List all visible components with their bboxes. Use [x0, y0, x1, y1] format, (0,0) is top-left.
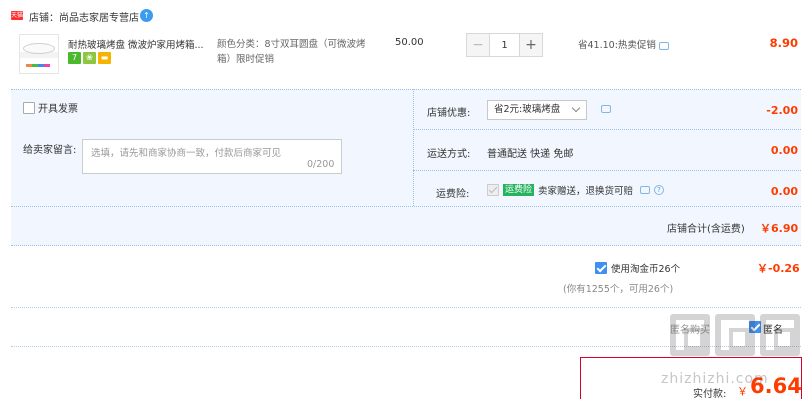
insurance-value: 0.00: [770, 185, 798, 198]
store-discount-value: -2.00: [766, 104, 798, 117]
seven-day-return-icon[interactable]: 7: [68, 52, 81, 64]
watermark-logo: [670, 314, 802, 356]
insurance-label: 运费险:: [436, 189, 470, 200]
chat-icon[interactable]: [640, 186, 651, 194]
insurance-option: 运费险 卖家赠送，退换货可赔 ?: [487, 183, 665, 197]
taobao-coin-label: 使用淘金币26个: [611, 264, 681, 275]
service-icons: 7 ❀ ▬: [68, 52, 111, 64]
insurance-checkbox: [487, 184, 499, 196]
watermark-glyph: [760, 314, 800, 356]
taobao-coin-value: ￥-0.26: [757, 262, 800, 275]
taobao-coin-note: (你有1255个，可用26个): [563, 284, 674, 295]
seller-message-placeholder: 选填，请先和商家协商一致，付款后商家可见: [91, 148, 282, 159]
invoice-checkbox[interactable]: [23, 101, 35, 114]
quantity-stepper: − +: [466, 33, 543, 57]
credit-card-icon[interactable]: ▬: [98, 52, 111, 64]
verified-icon: ↑: [140, 9, 153, 22]
unit-price: 50.00: [395, 37, 424, 48]
shipping-method: 普通配送 快递 免邮: [487, 149, 574, 160]
taobao-coin-checkbox[interactable]: [595, 262, 607, 274]
guarantee-icon[interactable]: ❀: [83, 52, 96, 64]
insurance-tag: 运费险: [503, 184, 535, 196]
invoice-label: 开具发票: [38, 104, 78, 115]
item-total-price: 8.90: [769, 36, 798, 50]
row-divider: [11, 206, 801, 207]
watermark-glyph: [670, 314, 710, 356]
shipping-label: 运送方式:: [427, 149, 471, 160]
help-icon[interactable]: ?: [654, 185, 665, 195]
shipping-value: 0.00: [770, 144, 798, 157]
store-discount-select[interactable]: 省2元:玻璃烤盘: [487, 100, 587, 120]
store-discount-label: 店铺优惠:: [427, 108, 471, 119]
shop-name[interactable]: 店铺：尚品志家居专营店: [29, 9, 139, 24]
seller-message-label: 给卖家留言:: [23, 145, 77, 156]
section-divider: [11, 307, 801, 308]
chat-icon[interactable]: [601, 105, 611, 113]
discount-chat-icon[interactable]: [598, 104, 611, 115]
row-divider: [413, 170, 801, 171]
tmall-badge: 天猫: [11, 11, 24, 20]
chevron-down-icon: [571, 103, 581, 113]
panel-divider: [413, 89, 414, 206]
watermark-text: zhizhizhi.com: [661, 371, 769, 387]
insurance-text: 卖家赠送，退换货可赔: [538, 186, 634, 197]
store-discount-selected: 省2元:玻璃烤盘: [494, 104, 561, 115]
promotion-info: 省41.10:热卖促销: [578, 37, 669, 51]
product-thumbnail[interactable]: [19, 34, 59, 74]
chat-icon[interactable]: [658, 41, 669, 50]
decrease-quantity-button[interactable]: −: [466, 33, 490, 57]
store-subtotal-value: ￥6.90: [760, 222, 799, 235]
invoice-option[interactable]: 开具发票: [23, 100, 78, 115]
product-title[interactable]: 耐热玻璃烤盘 微波炉家用烤箱...: [68, 37, 208, 51]
seller-message-counter: 0/200: [307, 159, 335, 170]
actual-payment-label: 实付款:: [693, 389, 727, 399]
store-subtotal-label: 店铺合计(含运费): [667, 224, 745, 235]
row-divider: [413, 129, 801, 130]
promotion-text: 省41.10:热卖促销: [578, 40, 656, 51]
taobao-coin-option[interactable]: 使用淘金币26个: [595, 261, 680, 275]
quantity-input[interactable]: [490, 33, 519, 57]
watermark-glyph: [715, 314, 755, 356]
increase-quantity-button[interactable]: +: [519, 33, 543, 57]
product-sku: 颜色分类：8寸双耳圆盘（可微波烤箱）限时促销: [217, 39, 366, 65]
